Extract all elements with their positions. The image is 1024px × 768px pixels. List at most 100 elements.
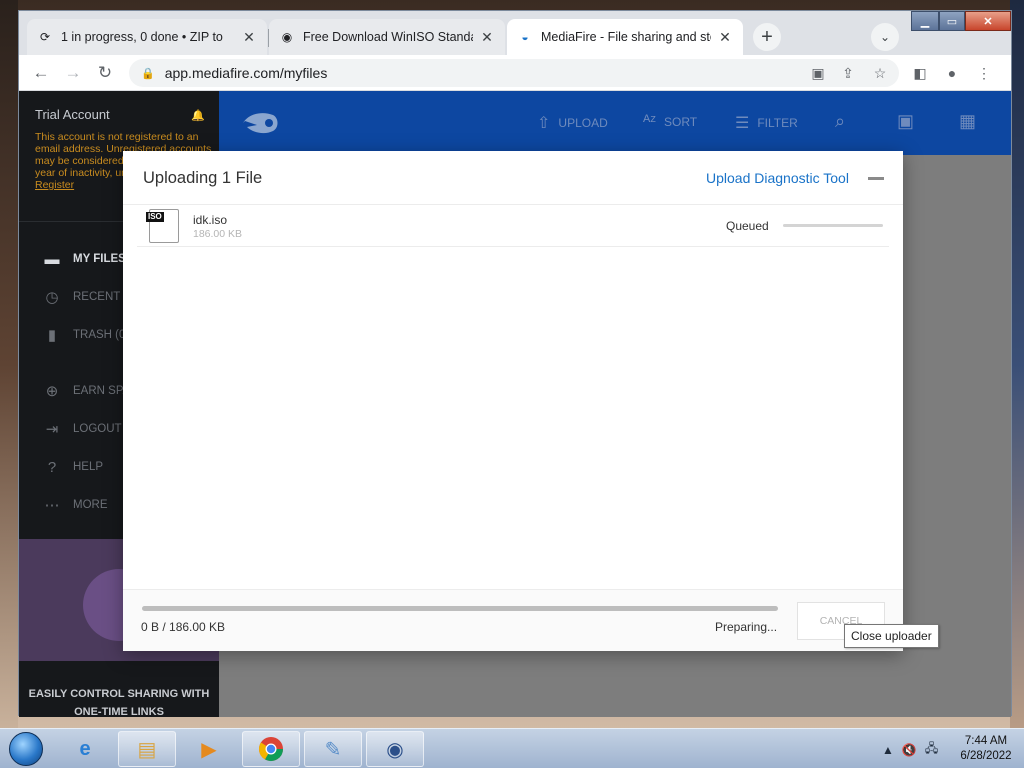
tab-zip-progress[interactable]: ⟳ 1 in progress, 0 done • ZIP to ✕ xyxy=(27,19,267,55)
clock-icon: ◷ xyxy=(45,289,59,306)
lock-icon: 🔒 xyxy=(141,67,155,80)
upload-button[interactable]: ⇧ UPLOAD xyxy=(537,113,608,133)
upload-state-text: Preparing... xyxy=(715,620,778,634)
trash-icon: ▮ xyxy=(47,327,57,344)
more-icon: ⋯ xyxy=(44,497,60,514)
tab-close-icon[interactable]: ✕ xyxy=(479,29,495,45)
folder-icon: ▬ xyxy=(44,250,60,268)
tab-close-icon[interactable]: ✕ xyxy=(241,29,257,45)
filter-icon: ☰ xyxy=(735,115,750,132)
sidebar-item-help[interactable]: ? HELP xyxy=(41,455,103,479)
app-topbar: ⇧ UPLOAD ᴬᶻ SORT ☰ FILTER ⌕ ▣ ▦ xyxy=(219,91,1011,155)
iso-file-icon: ISO xyxy=(146,209,179,243)
system-tray: ▲ 🔇 🖧 xyxy=(882,739,938,760)
sidebar-item-label: MORE xyxy=(73,499,108,511)
start-button[interactable] xyxy=(4,729,48,768)
browser-window: ⟳ 1 in progress, 0 done • ZIP to ✕ ◉ Fre… xyxy=(18,10,1012,717)
browser-toolbar: ← → ↻ 🔒 app.mediafire.com/myfiles ▣ ⇪ ☆ … xyxy=(19,55,1011,91)
address-bar[interactable]: 🔒 app.mediafire.com/myfiles xyxy=(129,59,899,87)
bell-icon[interactable]: 🔔 xyxy=(191,109,205,122)
taskbar: e ▤ ▶ ✎ ◉ ▲ 🔇 🖧 7:44 AM 6/28/2022 xyxy=(0,728,1024,768)
profile-avatar-icon[interactable]: ● xyxy=(939,59,965,87)
windows-logo-icon xyxy=(9,732,43,766)
chrome-icon[interactable] xyxy=(242,731,300,767)
tab-title: MediaFire - File sharing and stor xyxy=(541,30,711,44)
upload-icon: ⇧ xyxy=(537,115,551,132)
new-folder-icon[interactable]: ▣ xyxy=(897,111,914,132)
sort-az-icon: ᴬᶻ xyxy=(643,113,656,130)
winiso-taskbar-icon[interactable]: ◉ xyxy=(366,731,424,767)
media-player-icon[interactable]: ▶ xyxy=(180,731,238,767)
search-icon[interactable]: ⌕ xyxy=(835,111,845,132)
uploader-header: Uploading 1 File Upload Diagnostic Tool xyxy=(123,151,903,205)
winiso-icon: ◉ xyxy=(281,30,293,44)
grid-view-icon[interactable]: ▦ xyxy=(959,111,976,132)
sidebar-item-trash[interactable]: ▮ TRASH (0) xyxy=(41,323,129,347)
tab-search-button[interactable]: ⌄ xyxy=(871,23,899,51)
register-link[interactable]: Register xyxy=(35,179,74,191)
file-status: Queued xyxy=(726,219,769,233)
notepad-icon[interactable]: ✎ xyxy=(304,731,362,767)
filter-label: FILTER xyxy=(757,116,798,130)
help-icon: ? xyxy=(47,458,57,476)
mediafire-icon: ◒ xyxy=(521,30,529,44)
account-title: Trial Account xyxy=(35,107,110,122)
network-icon[interactable]: 🖧 xyxy=(925,739,938,760)
share-icon[interactable]: ⇪ xyxy=(835,59,861,87)
desktop-edge-right xyxy=(1010,0,1024,730)
tab-close-icon[interactable]: ✕ xyxy=(717,29,733,45)
sidebar-item-label: LOGOUT xyxy=(73,423,122,435)
close-window-button[interactable]: ✕ xyxy=(965,11,1011,31)
sort-label: SORT xyxy=(663,115,698,129)
minimize-window-button[interactable]: ▁ xyxy=(911,11,939,31)
tab-mediafire[interactable]: ◒ MediaFire - File sharing and stor ✕ xyxy=(507,19,743,55)
promo-text: EASILY CONTROL SHARING WITH ONE-TIME LIN… xyxy=(28,688,210,717)
minimize-uploader-icon[interactable] xyxy=(868,177,884,180)
volume-muted-icon[interactable]: 🔇 xyxy=(902,743,917,757)
upload-label: UPLOAD xyxy=(558,116,608,130)
total-progress-bar xyxy=(142,606,778,611)
address-url: app.mediafire.com/myfiles xyxy=(164,65,328,81)
clock-time: 7:44 AM xyxy=(964,735,1008,747)
plus-circle-icon: ⊕ xyxy=(45,383,59,400)
side-panel-icon[interactable]: ◧ xyxy=(907,59,933,87)
sort-button[interactable]: ᴬᶻ SORT xyxy=(643,113,697,131)
upload-file-row: ISO idk.iso 186.00 KB Queued xyxy=(137,205,889,247)
maximize-window-button[interactable]: ▭ xyxy=(939,11,965,31)
bookmark-star-icon[interactable]: ☆ xyxy=(867,59,893,87)
sidebar-item-label: MY FILES xyxy=(73,253,126,265)
upload-diagnostic-link[interactable]: Upload Diagnostic Tool xyxy=(706,170,849,186)
menu-kebab-icon[interactable]: ⋮ xyxy=(971,59,997,87)
internet-explorer-icon[interactable]: e xyxy=(56,731,114,767)
close-uploader-tooltip: Close uploader xyxy=(844,624,939,648)
uploader-dialog: Uploading 1 File Upload Diagnostic Tool … xyxy=(123,151,903,651)
sidebar-item-label: TRASH (0) xyxy=(73,329,130,341)
sync-icon: ⟳ xyxy=(39,30,51,44)
tab-title: Free Download WinISO Standard xyxy=(303,30,473,44)
new-tab-button[interactable]: + xyxy=(753,23,781,51)
tab-strip: ⟳ 1 in progress, 0 done • ZIP to ✕ ◉ Fre… xyxy=(19,11,1011,55)
uploader-footer: 0 B / 186.00 KB Preparing... CANCEL xyxy=(123,589,903,651)
desktop-edge-left xyxy=(0,0,18,730)
mediafire-logo[interactable] xyxy=(239,109,281,137)
sidebar-item-my-files[interactable]: ▬ MY FILES xyxy=(41,247,126,271)
show-hidden-icons-icon[interactable]: ▲ xyxy=(882,743,894,757)
back-button[interactable]: ← xyxy=(27,59,55,87)
logout-icon: ⇥ xyxy=(45,421,59,438)
reload-button[interactable]: ↻ xyxy=(91,59,119,87)
sidebar-item-logout[interactable]: ⇥ LOGOUT xyxy=(41,417,122,441)
tab-winiso[interactable]: ◉ Free Download WinISO Standard ✕ xyxy=(269,19,505,55)
forward-button[interactable]: → xyxy=(59,59,87,87)
file-name: idk.iso xyxy=(193,213,228,227)
cast-icon[interactable]: ▣ xyxy=(805,59,831,87)
sidebar-item-label: HELP xyxy=(73,461,104,473)
file-type-badge: ISO xyxy=(146,212,164,222)
sidebar-item-more[interactable]: ⋯ MORE xyxy=(41,493,108,517)
file-explorer-icon[interactable]: ▤ xyxy=(118,731,176,767)
tab-title: 1 in progress, 0 done • ZIP to xyxy=(61,30,223,44)
clock-date: 6/28/2022 xyxy=(960,750,1012,762)
uploader-title: Uploading 1 File xyxy=(143,169,263,187)
file-progress-bar xyxy=(783,224,883,227)
taskbar-clock[interactable]: 7:44 AM 6/28/2022 xyxy=(950,734,1022,764)
filter-button[interactable]: ☰ FILTER xyxy=(735,113,798,133)
